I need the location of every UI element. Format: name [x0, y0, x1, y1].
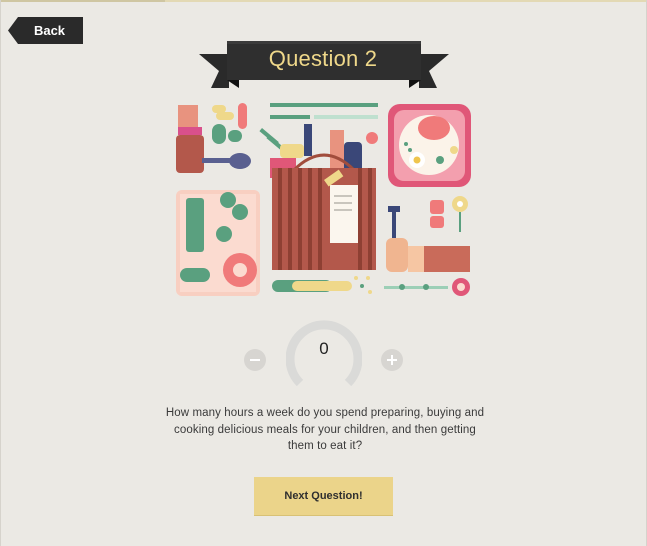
back-button[interactable]: Back	[8, 17, 83, 44]
top-border-accent	[0, 0, 165, 2]
minus-icon	[250, 359, 260, 361]
counter-value[interactable]: 0	[286, 339, 362, 359]
increment-button[interactable]	[381, 349, 403, 371]
plus-icon-vertical	[391, 355, 393, 365]
question-text: How many hours a week do you spend prepa…	[165, 407, 485, 452]
hours-counter: 0	[244, 317, 408, 397]
next-question-button[interactable]: Next Question!	[254, 477, 393, 515]
back-button-label: Back	[33, 23, 66, 38]
next-question-label: Next Question!	[284, 490, 363, 502]
food-illustration	[176, 103, 471, 296]
frame-left	[0, 0, 1, 546]
question-title: Question 2	[268, 46, 378, 71]
decrement-button[interactable]	[244, 349, 266, 371]
question-banner: Question 2	[199, 38, 449, 90]
